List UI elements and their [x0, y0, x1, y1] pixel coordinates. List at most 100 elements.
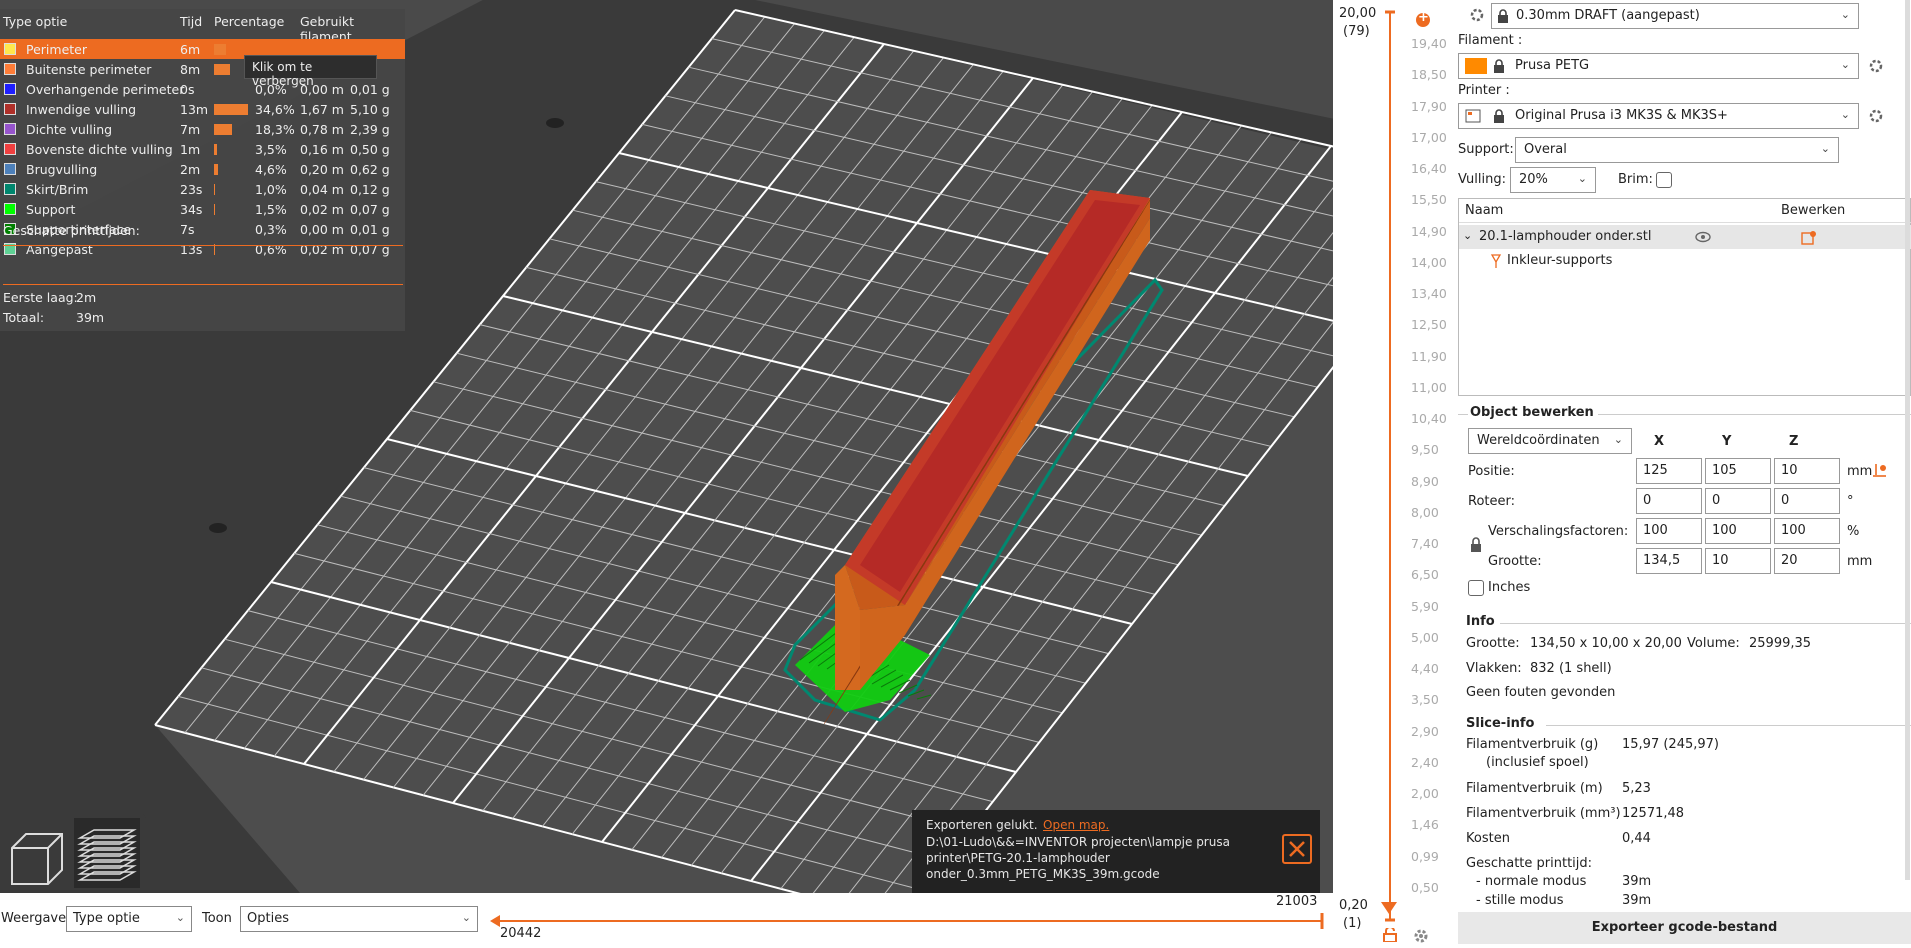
- first-layer-label: Eerste laag:: [3, 290, 78, 305]
- show-options-select[interactable]: Opties ⌄: [240, 906, 478, 932]
- legend-item[interactable]: Support 34s 1,5% 0,02 m 0,07 g: [0, 199, 405, 219]
- slider-tick-label: 1,46: [1411, 817, 1439, 833]
- bed-screw: [209, 523, 227, 533]
- legend-item[interactable]: Brugvulling 2m 4,6% 0,20 m 0,62 g: [0, 159, 405, 179]
- brim-checkbox[interactable]: [1656, 172, 1672, 188]
- position-z-input[interactable]: 10: [1774, 458, 1840, 484]
- size-z-input[interactable]: 20: [1774, 548, 1840, 574]
- legend-item-meters: 0,02 m: [300, 202, 344, 217]
- coordinate-system-select[interactable]: Wereldcoördinaten ⌄: [1468, 428, 1632, 454]
- printer-select[interactable]: Original Prusa i3 MK3S & MK3S+ ⌄: [1458, 103, 1859, 129]
- scale-x-input[interactable]: 100: [1636, 518, 1702, 544]
- slider-tick-label: 15,50: [1411, 192, 1447, 208]
- lock-slider-icon[interactable]: [1383, 926, 1397, 946]
- scale-unit: %: [1847, 524, 1860, 539]
- info-title: Info: [1466, 614, 1495, 629]
- inches-checkbox[interactable]: [1468, 580, 1484, 596]
- filament-value: Prusa PETG: [1515, 58, 1590, 73]
- print-profile-value: 0.30mm DRAFT (aangepast): [1516, 8, 1700, 23]
- drop-to-bed-icon[interactable]: [1872, 462, 1888, 482]
- legend-color-swatch: [4, 143, 16, 155]
- filament-grams-sublabel: (inclusief spoel): [1486, 755, 1589, 770]
- section-line: [1598, 414, 1911, 415]
- 3d-preview-viewport[interactable]: Type optie Tijd Percentage Gebruikt fila…: [0, 0, 1333, 893]
- slider-tick-label: 11,00: [1411, 379, 1447, 395]
- slider-tick-label: 2,40: [1411, 754, 1439, 770]
- legend-item-meters: 0,00 m: [300, 222, 344, 237]
- layer-slider[interactable]: 20,00 (79) 19,40 18,50 17,90 17,00 16,40 15,5…: [1333, 0, 1450, 944]
- slider-tick-label: 12,50: [1411, 317, 1447, 333]
- slider-tick-label: 14,90: [1411, 223, 1447, 239]
- slider-tick-label: 10,40: [1411, 411, 1447, 427]
- silent-mode-label: - stille modus: [1476, 893, 1564, 908]
- filament-settings-icon[interactable]: [1869, 59, 1883, 77]
- legend-item-meters: 0,04 m: [300, 182, 344, 197]
- eye-icon[interactable]: [1695, 231, 1711, 247]
- infill-select[interactable]: 20% ⌄: [1510, 167, 1596, 193]
- legend-item[interactable]: Inwendige vulling 13m 34,6% 1,67 m 5,10 g: [0, 99, 405, 119]
- chevron-down-icon[interactable]: ⌄: [1463, 229, 1472, 242]
- printer-settings-icon[interactable]: [1869, 109, 1883, 127]
- settings-gear-icon[interactable]: [1413, 928, 1429, 948]
- slider-tick-label: 3,50: [1411, 692, 1439, 708]
- object-row[interactable]: ⌄ 20.1-lamphouder onder.stl: [1459, 225, 1911, 249]
- cube-icon: [11, 833, 63, 885]
- size-x-input[interactable]: 134,5: [1636, 548, 1702, 574]
- section-line: [1458, 414, 1468, 415]
- scale-y-input[interactable]: 100: [1705, 518, 1771, 544]
- print-profile-select[interactable]: 0.30mm DRAFT (aangepast) ⌄: [1491, 3, 1859, 29]
- legend-item[interactable]: Overhangende perimeter 0s 0,0% 0,00 m 0,01 g: [0, 79, 405, 99]
- open-folder-link[interactable]: Open map.: [1043, 818, 1109, 832]
- object-edit-title: Object bewerken: [1470, 405, 1594, 420]
- legend-item[interactable]: Bovenste dichte vulling 1m 3,5% 0,16 m 0,50 …: [0, 139, 405, 159]
- settings-icon: [1470, 8, 1484, 26]
- printer-value: Original Prusa i3 MK3S & MK3S+: [1515, 108, 1728, 123]
- chevron-down-icon: ⌄: [461, 911, 471, 924]
- size-y-input[interactable]: 10: [1705, 548, 1771, 574]
- slider-tick-label: 7,40: [1411, 536, 1439, 552]
- slider-tick-label: 8,00: [1411, 504, 1439, 520]
- rotate-x-input[interactable]: 0: [1636, 488, 1702, 514]
- legend-item[interactable]: Aangepast 13s 0,6% 0,02 m 0,07 g: [0, 239, 405, 259]
- horizontal-move-slider[interactable]: [488, 911, 1328, 931]
- legend-color-swatch: [4, 163, 16, 175]
- legend-color-swatch: [4, 123, 16, 135]
- legend-item-percentage: 34,6%: [255, 102, 295, 117]
- position-y-input[interactable]: 105: [1705, 458, 1771, 484]
- slider-bottom-thumb[interactable]: [1381, 902, 1397, 914]
- edit-object-icon[interactable]: [1801, 230, 1817, 250]
- lock-scale-icon[interactable]: [1470, 537, 1482, 557]
- slider-tick-label: 5,00: [1411, 629, 1439, 645]
- slider-top-thumb[interactable]: +: [1416, 10, 1430, 27]
- 3d-view-button[interactable]: [4, 818, 70, 888]
- position-x-input[interactable]: 125: [1636, 458, 1702, 484]
- notification-path: D:\01-Ludo\&&=INVENTOR projecten\lampje …: [926, 835, 1230, 881]
- legend-color-swatch: [4, 103, 16, 115]
- legend-item[interactable]: Skirt/Brim 23s 1,0% 0,04 m 0,12 g: [0, 179, 405, 199]
- filament-select[interactable]: Prusa PETG ⌄: [1458, 53, 1859, 79]
- slider-tick-label: 18,50: [1411, 67, 1447, 83]
- info-errors: Geen fouten gevonden: [1466, 685, 1616, 700]
- support-value: Overal: [1524, 142, 1567, 157]
- rotate-z-input[interactable]: 0: [1774, 488, 1840, 514]
- object-list: Naam Bewerken ⌄ 20.1-lamphouder onder.st…: [1458, 198, 1911, 396]
- object-list-header: Naam Bewerken: [1459, 199, 1911, 223]
- scale-z-input[interactable]: 100: [1774, 518, 1840, 544]
- support-select[interactable]: Overal ⌄: [1515, 137, 1839, 163]
- view-type-select[interactable]: Type optie ⌄: [66, 906, 192, 932]
- rotate-y-input[interactable]: 0: [1705, 488, 1771, 514]
- legend-item[interactable]: Dichte vulling 7m 18,3% 0,78 m 2,39 g: [0, 119, 405, 139]
- section-line: [1546, 725, 1911, 726]
- legend-color-swatch: [4, 63, 16, 75]
- panel-scrollbar[interactable]: [1905, 0, 1910, 880]
- normal-mode-value: 39m: [1622, 874, 1652, 889]
- rotate-label: Roteer:: [1468, 494, 1515, 509]
- layers-view-button[interactable]: [74, 818, 140, 888]
- legend-header-filament: Gebruikt filament: [300, 14, 354, 44]
- position-unit: mm: [1847, 464, 1873, 479]
- total-value: 39m: [76, 310, 105, 325]
- export-gcode-button[interactable]: Exporteer gcode-bestand: [1458, 912, 1911, 944]
- close-notification-button[interactable]: [1282, 834, 1312, 864]
- legend-item-grams: 0,01 g: [350, 222, 390, 237]
- object-child-row[interactable]: Inkleur-supports: [1459, 249, 1911, 273]
